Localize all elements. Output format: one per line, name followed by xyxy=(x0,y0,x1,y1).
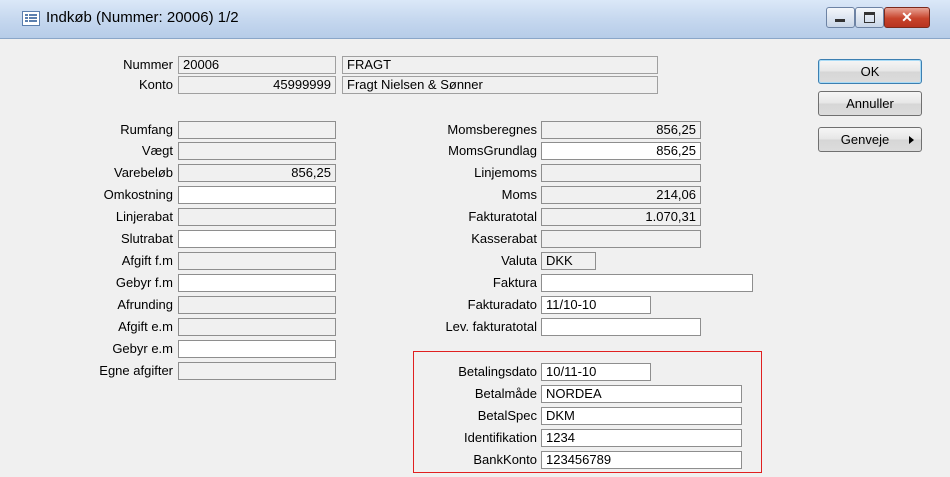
title-bar: Indkøb (Nummer: 20006) 1/2 ✕ xyxy=(0,0,950,39)
egne-afgifter-field xyxy=(178,362,336,380)
varebeloeb-label: Varebeløb xyxy=(113,165,173,180)
betalingsdato-label: Betalingsdato xyxy=(458,364,537,379)
fakturatotal-label: Fakturatotal xyxy=(468,209,537,224)
identifikation-label: Identifikation xyxy=(464,430,537,445)
gebyr-fm-field[interactable] xyxy=(178,274,336,292)
rumfang-field xyxy=(178,121,336,139)
ok-button[interactable]: OK xyxy=(818,59,922,84)
bankkonto-field[interactable]: 123456789 xyxy=(541,451,742,469)
close-button[interactable]: ✕ xyxy=(884,7,930,28)
lev-fakturatotal-label: Lev. fakturatotal xyxy=(445,319,537,334)
linjerabat-label: Linjerabat xyxy=(115,209,173,224)
betalingsdato-field[interactable]: 10/11-10 xyxy=(541,363,651,381)
afgift-em-field xyxy=(178,318,336,336)
window-list-icon xyxy=(22,11,40,26)
afgift-fm-label: Afgift f.m xyxy=(121,253,173,268)
afrunding-label: Afrunding xyxy=(117,297,173,312)
window-title: Indkøb (Nummer: 20006) 1/2 xyxy=(46,9,239,26)
bankkonto-label: BankKonto xyxy=(473,452,537,467)
moms-field: 214,06 xyxy=(541,186,701,204)
momsberegnes-label: Momsberegnes xyxy=(447,122,537,137)
slutrabat-label: Slutrabat xyxy=(120,231,173,246)
nummer-name-field: FRAGT xyxy=(342,56,658,74)
betalmaade-label: Betalmåde xyxy=(474,386,537,401)
minimize-button[interactable] xyxy=(826,7,855,28)
momsberegnes-field: 856,25 xyxy=(541,121,701,139)
gebyr-em-label: Gebyr e.m xyxy=(112,341,173,356)
konto-name-field: Fragt Nielsen & Sønner xyxy=(342,76,658,94)
gebyr-em-field[interactable] xyxy=(178,340,336,358)
rumfang-label: Rumfang xyxy=(120,122,173,137)
identifikation-field[interactable]: 1234 xyxy=(541,429,742,447)
maximize-button[interactable] xyxy=(855,7,884,28)
fakturadato-label: Fakturadato xyxy=(467,297,537,312)
kasserabat-field xyxy=(541,230,701,248)
egne-afgifter-label: Egne afgifter xyxy=(99,363,173,378)
omkostning-field[interactable] xyxy=(178,186,336,204)
valuta-label: Valuta xyxy=(501,253,537,268)
close-icon: ✕ xyxy=(901,9,913,25)
linjerabat-field xyxy=(178,208,336,226)
fakturatotal-field: 1.070,31 xyxy=(541,208,701,226)
vaegt-field xyxy=(178,142,336,160)
kasserabat-label: Kasserabat xyxy=(471,231,537,246)
afrunding-field xyxy=(178,296,336,314)
moms-label: Moms xyxy=(501,187,537,202)
linjemoms-label: Linjemoms xyxy=(474,165,537,180)
betalspec-label: BetalSpec xyxy=(477,408,537,423)
gebyr-fm-label: Gebyr f.m xyxy=(115,275,173,290)
konto-field[interactable]: 45999999 xyxy=(178,76,336,94)
linjemoms-field xyxy=(541,164,701,182)
vaegt-label: Vægt xyxy=(141,143,173,158)
faktura-field[interactable] xyxy=(541,274,753,292)
shortcuts-button[interactable]: Genveje xyxy=(818,127,922,152)
afgift-fm-field xyxy=(178,252,336,270)
arrow-right-icon xyxy=(909,136,914,144)
afgift-em-label: Afgift e.m xyxy=(118,319,173,334)
nummer-field[interactable]: 20006 xyxy=(178,56,336,74)
shortcuts-label: Genveje xyxy=(840,132,890,147)
valuta-field[interactable]: DKK xyxy=(541,252,596,270)
momsgrundlag-field[interactable]: 856,25 xyxy=(541,142,701,160)
slutrabat-field[interactable] xyxy=(178,230,336,248)
fakturadato-field[interactable]: 11/10-10 xyxy=(541,296,651,314)
betalspec-field[interactable]: DKM xyxy=(541,407,742,425)
cancel-button[interactable]: Annuller xyxy=(818,91,922,116)
varebeloeb-field: 856,25 xyxy=(178,164,336,182)
nummer-label: Nummer xyxy=(123,57,173,72)
konto-label: Konto xyxy=(139,77,173,92)
momsgrundlag-label: MomsGrundlag xyxy=(448,143,537,158)
lev-fakturatotal-field[interactable] xyxy=(541,318,701,336)
faktura-label: Faktura xyxy=(492,275,537,290)
betalmaade-field[interactable]: NORDEA xyxy=(541,385,742,403)
omkostning-label: Omkostning xyxy=(103,187,173,202)
